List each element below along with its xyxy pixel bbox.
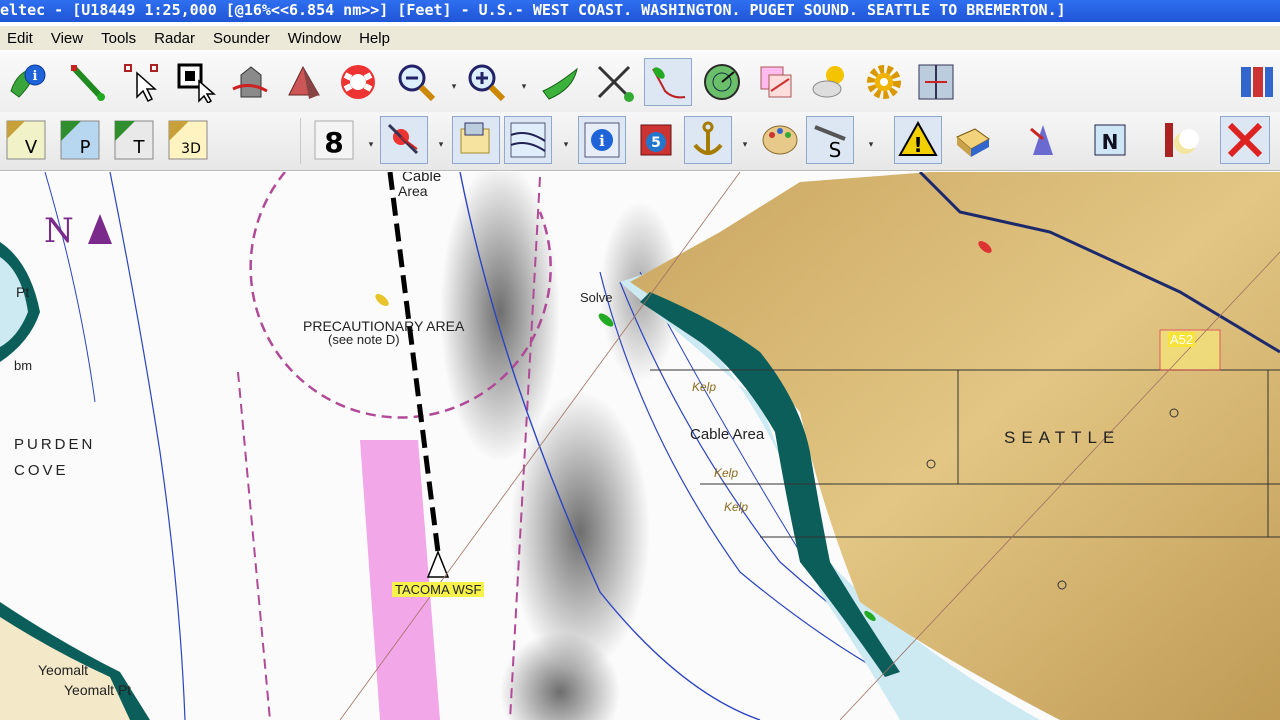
- photo-view-button[interactable]: P: [58, 118, 102, 162]
- zoom-out-icon[interactable]: [394, 60, 438, 104]
- north-letter: N: [1102, 130, 1119, 154]
- yeomalt-point-label: Yeomalt Pt: [64, 682, 132, 698]
- menu-tools[interactable]: Tools: [92, 30, 145, 47]
- menu-view[interactable]: View: [42, 30, 92, 47]
- boat-icon[interactable]: [538, 60, 582, 104]
- contours-dropdown-icon[interactable]: ▾: [561, 140, 571, 150]
- lifebuoy-icon[interactable]: [336, 60, 380, 104]
- number-dropdown-icon[interactable]: ▾: [366, 140, 376, 150]
- info-globe-icon[interactable]: i: [578, 116, 626, 164]
- tacoma-wsf-label[interactable]: TACOMA WSF: [392, 582, 485, 597]
- point-label: Pt: [16, 284, 30, 300]
- menu-sounder[interactable]: Sounder: [204, 30, 279, 47]
- 3d-view-button[interactable]: 3D: [166, 118, 210, 162]
- tools-s-icon[interactable]: S: [806, 116, 854, 164]
- 3d-box-icon[interactable]: [228, 60, 272, 104]
- kelp-label: Kelp: [692, 380, 717, 394]
- depth-shading: [510, 392, 650, 672]
- chart-folder-icon[interactable]: [452, 116, 500, 164]
- seattle-label: SEATTLE: [1004, 428, 1121, 447]
- marker-icon[interactable]: [1018, 118, 1062, 162]
- cove-label: COVE: [14, 462, 69, 479]
- tools-letter: S: [829, 138, 842, 161]
- info-icon[interactable]: i: [6, 60, 50, 104]
- tile-windows-icon[interactable]: [1234, 60, 1278, 104]
- window-title-bar: eltec - [U18449 1:25,000 [@16%<<6.854 nm…: [0, 0, 1280, 22]
- svg-text:i: i: [599, 132, 605, 150]
- target-dropdown-icon[interactable]: ▾: [436, 140, 446, 150]
- menu-help[interactable]: Help: [350, 30, 399, 47]
- north-marker-label: N: [44, 211, 74, 251]
- route-pencil-icon[interactable]: [66, 60, 110, 104]
- spurden-label: PURDEN: [14, 436, 96, 453]
- window-select-icon[interactable]: [174, 60, 218, 104]
- night-mode-icon[interactable]: [1158, 118, 1202, 162]
- menu-bar: Edit View Tools Radar Sounder Window Hel…: [0, 26, 1280, 50]
- see-note-label: (see note D): [328, 332, 400, 347]
- radar-icon[interactable]: [700, 60, 744, 104]
- nautical-chart[interactable]: N Cable Area PRECAUTIONARY AREA (see not…: [0, 172, 1280, 720]
- main-toolbar: i ▾ ▾: [0, 52, 1280, 112]
- anchor-dropdown-icon[interactable]: ▾: [740, 140, 750, 150]
- toolbar-separator: [300, 118, 301, 164]
- book-icon[interactable]: [950, 118, 994, 162]
- number-eight-text: 8: [324, 126, 343, 159]
- target-pin-icon[interactable]: [380, 116, 428, 164]
- palette-icon[interactable]: [758, 118, 802, 162]
- route-line-icon[interactable]: [644, 58, 692, 106]
- yeomalt-label: Yeomalt: [38, 662, 89, 678]
- svg-text:!: !: [913, 133, 922, 157]
- terrain-view-button[interactable]: T: [112, 118, 156, 162]
- split-view-icon[interactable]: [914, 60, 958, 104]
- menu-radar[interactable]: Radar: [145, 30, 204, 47]
- weather-icon[interactable]: [808, 60, 852, 104]
- vector-view-letter: V: [25, 137, 38, 158]
- bm-label: bm: [14, 358, 33, 373]
- number-eight-button[interactable]: 8: [312, 118, 356, 162]
- menu-window[interactable]: Window: [279, 30, 350, 47]
- zoom-out-dropdown-icon[interactable]: ▾: [449, 82, 459, 92]
- tools-dropdown-icon[interactable]: ▾: [866, 140, 876, 150]
- photo-view-letter: P: [80, 137, 91, 158]
- tide-number: 5: [651, 135, 661, 151]
- cross-tools-icon[interactable]: [592, 60, 636, 104]
- zoom-in-dropdown-icon[interactable]: ▾: [519, 82, 529, 92]
- warning-icon[interactable]: !: [894, 116, 942, 164]
- a52-label[interactable]: A52: [1168, 332, 1196, 347]
- cable-area-label-2: Area: [398, 183, 428, 199]
- zoom-in-icon[interactable]: [464, 60, 508, 104]
- kelp-label: Kelp: [724, 500, 749, 514]
- kelp-label: Kelp: [714, 466, 739, 480]
- window-title: eltec - [U18449 1:25,000 [@16%<<6.854 nm…: [0, 1, 1066, 19]
- solve-label: Solve: [580, 290, 613, 305]
- chart-layers-icon[interactable]: [754, 60, 798, 104]
- terrain-view-letter: T: [133, 137, 146, 158]
- north-up-icon[interactable]: N: [1088, 118, 1132, 162]
- vector-view-button[interactable]: V: [4, 118, 48, 162]
- 3d-view-letter: 3D: [181, 141, 201, 157]
- pyramid-icon[interactable]: [282, 60, 326, 104]
- settings-gear-icon[interactable]: [862, 60, 906, 104]
- depth-contours-icon[interactable]: [504, 116, 552, 164]
- cursor-select-icon[interactable]: [120, 60, 164, 104]
- anchor-icon[interactable]: [684, 116, 732, 164]
- svg-text:i: i: [33, 69, 38, 84]
- menu-edit[interactable]: Edit: [0, 30, 42, 47]
- tide-calendar-icon[interactable]: 5: [634, 118, 678, 162]
- close-chart-icon[interactable]: [1220, 116, 1270, 164]
- cable-area-right-label: Cable Area: [690, 426, 765, 443]
- chart-toolbar: V P T 3D 8 ▾ ▾ ▾ i 5 ▾ S ▾ ! N: [0, 112, 1280, 171]
